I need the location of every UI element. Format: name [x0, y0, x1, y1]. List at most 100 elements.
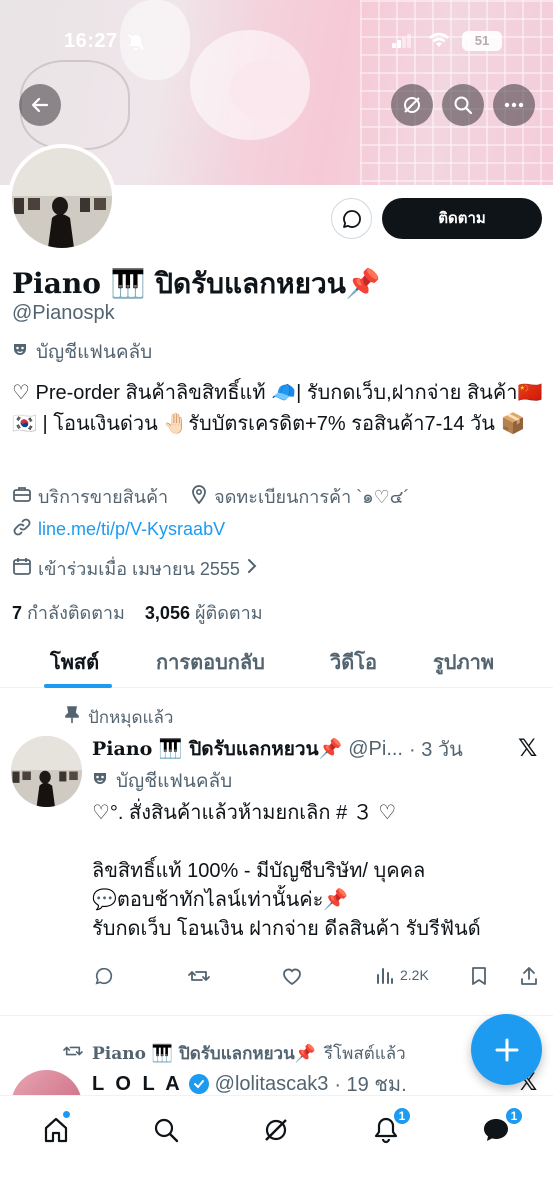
- battery-indicator: 51: [462, 31, 502, 51]
- pinned-label: ปักหมุดแล้ว: [88, 708, 174, 727]
- followers-link[interactable]: 3,056 ผู้ติดตาม: [145, 603, 263, 623]
- bookmark-icon: [472, 967, 486, 985]
- pin-icon: [64, 706, 80, 729]
- bookmark-button[interactable]: [471, 966, 487, 986]
- post-author-handle: @lolitascak3: [214, 1072, 329, 1095]
- repost-indicator: Piano 🎹 ปิดรับแลกหยวน📌 รีโพสต์แล้ว: [62, 1040, 406, 1067]
- notifications-badge: 1: [392, 1106, 412, 1126]
- tab-media[interactable]: รูปภาพ: [433, 646, 494, 678]
- search-icon: [454, 96, 473, 115]
- views-count: 2.2K: [400, 967, 429, 983]
- followers-count: 3,056: [144, 603, 190, 623]
- bar-chart-icon: [377, 968, 393, 984]
- tab-videos[interactable]: วิดีโอ: [330, 646, 377, 678]
- profile-link-row: line.me/ti/p/V-KysraabV: [12, 517, 225, 542]
- nav-messages[interactable]: 1: [476, 1106, 524, 1150]
- post-avatar[interactable]: [11, 736, 82, 807]
- home-unread-dot: [62, 1110, 71, 1119]
- messages-badge: 1: [504, 1106, 524, 1126]
- grok-icon: [404, 97, 420, 113]
- mask-icon: [92, 770, 108, 792]
- avatar-photo: [12, 148, 112, 248]
- search-button[interactable]: [442, 84, 484, 126]
- silent-bell-icon: [127, 33, 145, 56]
- share-button[interactable]: [520, 966, 538, 986]
- reposter-name[interactable]: Piano 🎹 ปิดรับแลกหยวน📌: [92, 1040, 316, 1067]
- plus-icon: [495, 1038, 518, 1061]
- post-author-handle: @Pi...: [348, 737, 403, 760]
- post-time: · 3 วัน: [409, 739, 463, 761]
- tab-posts[interactable]: โพสต์: [50, 646, 99, 678]
- search-icon: [154, 1118, 179, 1143]
- status-time: 16:27: [64, 30, 118, 52]
- nav-grok[interactable]: [256, 1110, 296, 1150]
- bottom-navigation: 1 1: [0, 1095, 553, 1200]
- profile-avatar[interactable]: [8, 144, 116, 252]
- banner-decoration: [230, 60, 300, 120]
- following-link[interactable]: 7 กำลังติดตาม: [12, 603, 125, 623]
- post-divider: [0, 1015, 553, 1016]
- profile-category: บริการขายสินค้า: [38, 487, 169, 507]
- message-button[interactable]: [331, 198, 372, 239]
- compose-post-button[interactable]: [471, 1014, 542, 1085]
- active-tab-indicator: [44, 684, 112, 688]
- reply-icon: [95, 967, 113, 985]
- avatar-photo: [11, 736, 82, 807]
- home-icon: [44, 1117, 68, 1143]
- wifi-icon: [428, 32, 450, 53]
- post-fan-account-text: บัญชีแฟนคลับ: [116, 771, 233, 792]
- profile-name: Piano 🎹 ปิดรับแลกหยวน📌: [12, 267, 381, 300]
- back-button[interactable]: [19, 84, 61, 126]
- like-button[interactable]: [281, 966, 303, 986]
- briefcase-icon: [12, 485, 32, 508]
- reposted-label: รีโพสต์แล้ว: [323, 1044, 406, 1063]
- follow-button[interactable]: ติดตาม: [382, 198, 542, 239]
- post-actions: 2.2K: [92, 966, 542, 992]
- post-text[interactable]: ♡°. สั่งสินค้าแล้วห้ามยกเลิก # ３ ♡ ลิขสิ…: [92, 799, 542, 944]
- post-author-name[interactable]: Piano 🎹 ปิดรับแลกหยวน📌: [92, 734, 342, 764]
- joined-date: เข้าร่วมเมื่อ เมษายน 2555: [38, 559, 240, 579]
- nav-search[interactable]: [146, 1110, 186, 1150]
- reply-button[interactable]: [94, 966, 114, 986]
- grok-button[interactable]: [391, 84, 433, 126]
- fan-account-label: บัญชีแฟนคลับ: [12, 337, 152, 367]
- verified-badge-icon: [188, 1074, 209, 1094]
- repost-icon: [188, 971, 210, 981]
- share-icon: [521, 967, 537, 985]
- more-dots-icon: [504, 102, 524, 108]
- post-author-name[interactable]: L O L A: [92, 1073, 183, 1096]
- repost-small-icon: [62, 1042, 84, 1065]
- followers-label: ผู้ติดตาม: [194, 603, 263, 623]
- post-fan-account-label: บัญชีแฟนคลับ: [92, 766, 232, 796]
- mask-icon: [12, 341, 28, 363]
- fan-account-text: บัญชีแฟนคลับ: [36, 342, 153, 363]
- nav-home[interactable]: [36, 1110, 76, 1150]
- pinned-indicator: ปักหมุดแล้ว: [64, 704, 173, 731]
- link-icon: [12, 517, 32, 542]
- follow-counts: 7 กำลังติดตาม 3,056 ผู้ติดตาม: [12, 598, 263, 627]
- profile-location: จดทะเบียนการค้า `๑♡๔´: [214, 487, 410, 507]
- signal-icon: [392, 34, 412, 53]
- arrow-left-icon: [31, 97, 49, 113]
- repost-button[interactable]: [188, 966, 210, 986]
- chat-bubble-icon: [342, 209, 361, 228]
- profile-meta-category-location: บริการขายสินค้า จดทะเบียนการค้า `๑♡๔´: [12, 482, 409, 511]
- x-logo-icon[interactable]: 𝕏: [518, 734, 537, 762]
- heart-icon: [283, 968, 301, 986]
- chevron-right-icon: [246, 558, 258, 579]
- post-header: Piano 🎹 ปิดรับแลกหยวน📌 @Pi... · 3 วัน: [92, 733, 463, 765]
- more-options-button[interactable]: [493, 84, 535, 126]
- joined-date-row[interactable]: เข้าร่วมเมื่อ เมษายน 2555: [12, 554, 258, 583]
- nav-notifications[interactable]: 1: [366, 1106, 412, 1150]
- calendar-icon: [12, 556, 32, 581]
- profile-bio: ♡ Pre-order สินค้าลิขสิทธิ์แท้ 🧢| รับกดเ…: [12, 382, 543, 435]
- status-bar: 16:27 51: [0, 28, 553, 56]
- location-pin-icon: [190, 484, 208, 509]
- views-button[interactable]: 2.2K: [376, 966, 429, 984]
- profile-link[interactable]: line.me/ti/p/V-KysraabV: [38, 519, 225, 540]
- grok-icon: [265, 1119, 287, 1141]
- following-label: กำลังติดตาม: [27, 603, 125, 623]
- following-count: 7: [12, 603, 23, 623]
- tab-replies[interactable]: การตอบกลับ: [156, 646, 265, 678]
- profile-tabs: โพสต์ การตอบกลับ วิดีโอ รูปภาพ: [0, 636, 553, 688]
